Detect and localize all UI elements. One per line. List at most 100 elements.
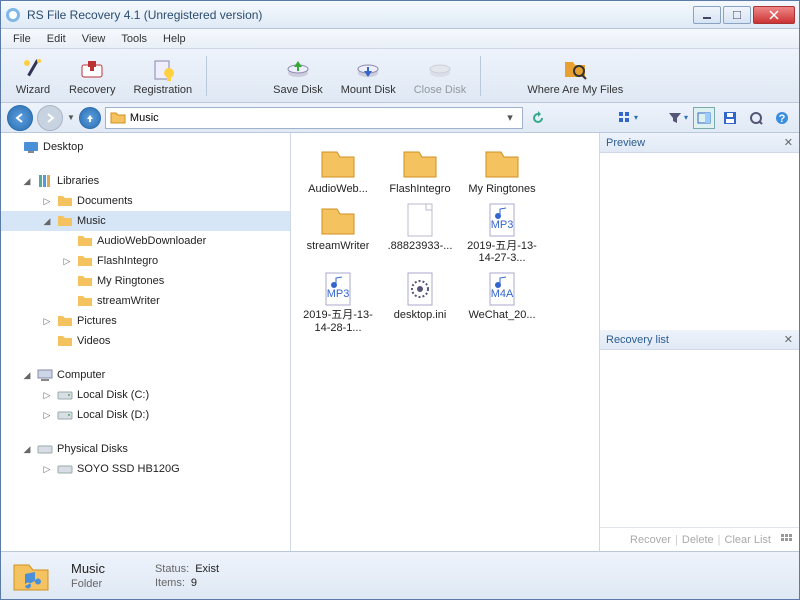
svg-text:MP3: MP3: [327, 288, 350, 300]
close-icon[interactable]: ✕: [784, 333, 793, 346]
folder-icon: [57, 213, 73, 229]
tree-pictures[interactable]: ▷Pictures: [1, 311, 290, 331]
menu-view[interactable]: View: [74, 31, 114, 47]
tree-item[interactable]: My Ringtones: [1, 271, 290, 291]
tree-item[interactable]: ▷FlashIntegro: [1, 251, 290, 271]
right-panels: Preview ✕ Recovery list ✕ Recover| Delet…: [599, 133, 799, 551]
menu-edit[interactable]: Edit: [39, 31, 74, 47]
options-button[interactable]: [745, 107, 767, 129]
save-button[interactable]: [719, 107, 741, 129]
preview-body: [600, 153, 799, 330]
content-panel: AudioWeb... FlashIntegro My Ringtones strea…: [291, 133, 599, 551]
window-buttons: [693, 6, 795, 24]
nav-history-dropdown[interactable]: ▼: [67, 113, 75, 122]
file-item[interactable]: M4A WeChat_20...: [465, 269, 539, 334]
folder-music-icon: [11, 556, 51, 596]
folder-icon: [318, 200, 358, 240]
folder-icon: [318, 143, 358, 183]
m4a-icon: M4A: [482, 269, 522, 309]
file-item[interactable]: FlashIntegro: [383, 143, 457, 196]
file-label: 2019-五月-13-14-27-3...: [465, 240, 539, 265]
file-item[interactable]: AudioWeb...: [301, 143, 375, 196]
wizard-button[interactable]: Wizard: [7, 53, 59, 98]
tree-item[interactable]: AudioWebDownloader: [1, 231, 290, 251]
folder-icon: [77, 273, 93, 289]
file-item[interactable]: MP32019-五月-13-14-28-1...: [301, 269, 375, 334]
file-label: AudioWeb...: [308, 183, 368, 196]
file-item[interactable]: .88823933-...: [383, 200, 457, 265]
close-button[interactable]: [753, 6, 795, 24]
tree-soyo[interactable]: ▷SOYO SSD HB120G: [1, 459, 290, 479]
delete-button[interactable]: Delete: [682, 534, 714, 546]
folder-icon: [482, 143, 522, 183]
tree-local-d[interactable]: ▷Local Disk (D:): [1, 405, 290, 425]
folder-icon: [77, 253, 93, 269]
folder-icon: [77, 233, 93, 249]
filter-button[interactable]: ▾: [667, 107, 689, 129]
app-icon: [5, 7, 21, 23]
recovery-actions: Recover| Delete| Clear List: [600, 527, 799, 551]
svg-text:MP3: MP3: [491, 219, 514, 231]
menu-file[interactable]: File: [5, 31, 39, 47]
view-mode-button[interactable]: ▾: [617, 107, 639, 129]
search-folder-icon: [561, 55, 589, 83]
refresh-button[interactable]: [527, 107, 549, 129]
drive-icon: [57, 407, 73, 423]
preview-header: Preview ✕: [600, 133, 799, 153]
svg-text:?: ?: [779, 113, 786, 125]
grid-icon[interactable]: [781, 534, 793, 546]
where-files-button[interactable]: Where Are My Files: [519, 53, 631, 98]
menubar: File Edit View Tools Help: [1, 29, 799, 49]
menu-help[interactable]: Help: [155, 31, 194, 47]
file-item[interactable]: streamWriter: [301, 200, 375, 265]
tree-documents[interactable]: ▷Documents: [1, 191, 290, 211]
back-button[interactable]: [7, 105, 33, 131]
file-label: streamWriter: [307, 240, 370, 253]
tree-desktop[interactable]: Desktop: [1, 137, 290, 157]
tree-music[interactable]: ◢Music: [1, 211, 290, 231]
save-disk-button[interactable]: Save Disk: [265, 53, 331, 98]
items-count: 9: [191, 577, 197, 589]
disk-icon: [37, 441, 53, 457]
tree-libraries[interactable]: ◢Libraries: [1, 171, 290, 191]
help-button[interactable]: ?: [771, 107, 793, 129]
tree-physical-disks[interactable]: ◢Physical Disks: [1, 439, 290, 459]
maximize-button[interactable]: [723, 6, 751, 24]
mount-disk-icon: [354, 55, 382, 83]
status-type: Folder: [71, 578, 105, 590]
close-icon[interactable]: ✕: [784, 136, 793, 149]
mount-disk-button[interactable]: Mount Disk: [333, 53, 404, 98]
status-bar: Music Folder Status:Exist Items:9: [1, 551, 799, 599]
tree-item[interactable]: streamWriter: [1, 291, 290, 311]
recovery-list-header: Recovery list ✕: [600, 330, 799, 350]
desktop-icon: [23, 139, 39, 155]
menu-tools[interactable]: Tools: [113, 31, 155, 47]
recover-button[interactable]: Recover: [630, 534, 671, 546]
recovery-icon: [78, 55, 106, 83]
minimize-button[interactable]: [693, 6, 721, 24]
address-bar[interactable]: Music ▾: [105, 107, 523, 129]
main-area: Desktop ◢Libraries ▷Documents ◢Music Aud…: [1, 133, 799, 551]
file-list[interactable]: AudioWeb... FlashIntegro My Ringtones strea…: [291, 133, 599, 551]
forward-button[interactable]: [37, 105, 63, 131]
folder-icon: [57, 193, 73, 209]
file-label: My Ringtones: [468, 183, 535, 196]
file-label: WeChat_20...: [468, 309, 535, 322]
clear-list-button[interactable]: Clear List: [725, 534, 771, 546]
preview-toggle-button[interactable]: [693, 107, 715, 129]
file-item[interactable]: MP3 2019-五月-13-14-27-3...: [465, 200, 539, 265]
save-disk-icon: [284, 55, 312, 83]
up-button[interactable]: [79, 107, 101, 129]
address-dropdown[interactable]: ▾: [502, 111, 518, 124]
svg-text:M4A: M4A: [491, 288, 514, 300]
tree-computer[interactable]: ◢Computer: [1, 365, 290, 385]
wizard-icon: [19, 55, 47, 83]
registration-button[interactable]: Registration: [125, 53, 200, 98]
libraries-icon: [37, 173, 53, 189]
tree-videos[interactable]: Videos: [1, 331, 290, 351]
titlebar: RS File Recovery 4.1 (Unregistered versi…: [1, 1, 799, 29]
file-item[interactable]: desktop.ini: [383, 269, 457, 334]
recovery-button[interactable]: Recovery: [61, 53, 123, 98]
tree-local-c[interactable]: ▷Local Disk (C:): [1, 385, 290, 405]
file-item[interactable]: My Ringtones: [465, 143, 539, 196]
